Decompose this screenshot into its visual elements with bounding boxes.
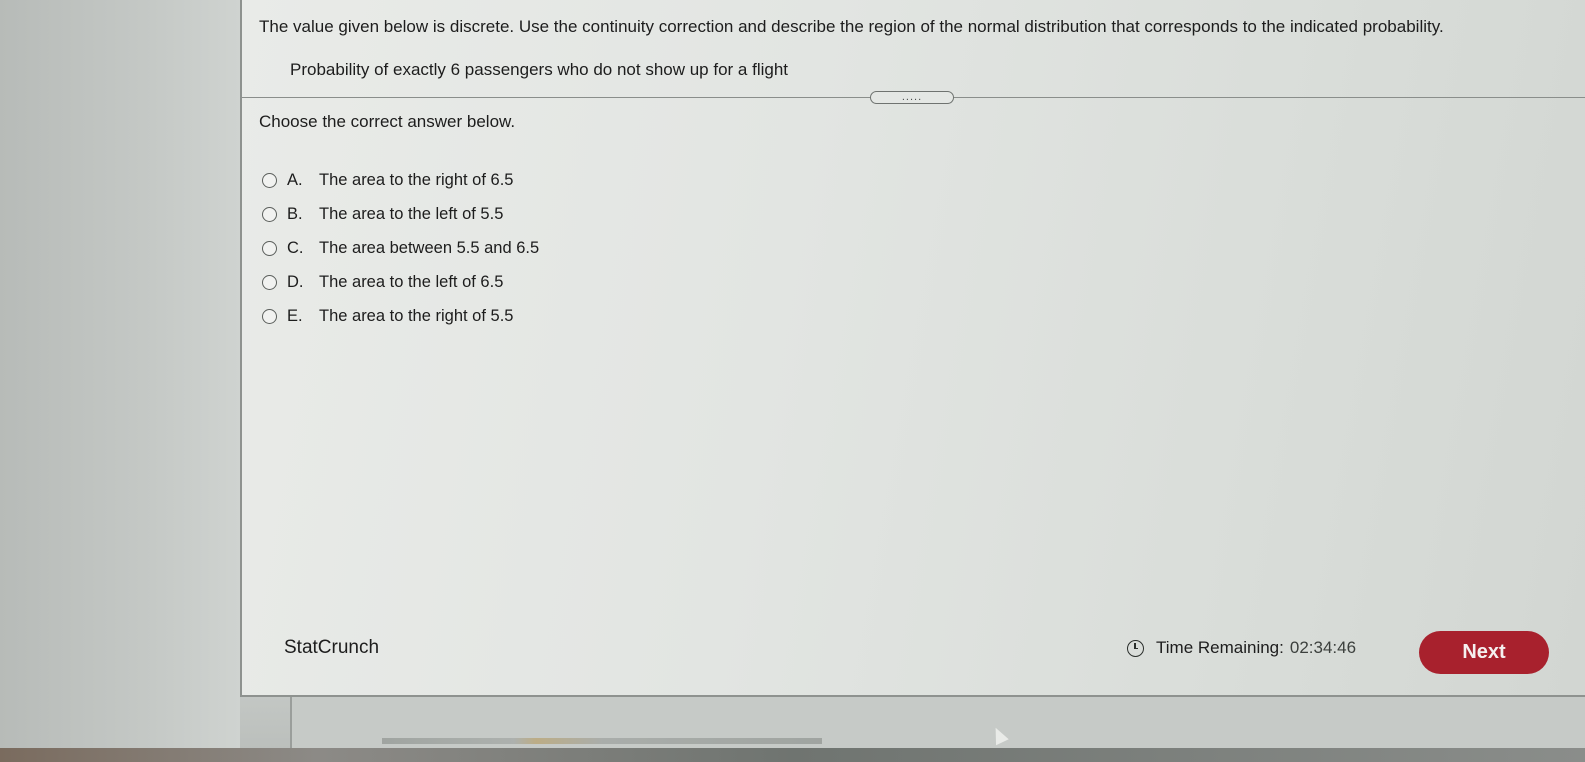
- option-letter: E.: [287, 306, 303, 325]
- background-left-area: [0, 0, 240, 762]
- option-e[interactable]: E. The area to the right of 5.5: [262, 299, 539, 333]
- choose-label: Choose the correct answer below.: [259, 112, 516, 131]
- time-remaining-label: Time Remaining:: [1156, 638, 1284, 657]
- option-text: The area to the left of 5.5: [319, 204, 504, 223]
- next-button[interactable]: Next: [1419, 631, 1549, 674]
- option-letter: D.: [287, 272, 304, 291]
- option-text: The area to the right of 5.5: [319, 306, 514, 325]
- clock-icon: [1127, 639, 1144, 657]
- radio-button-b[interactable]: [262, 206, 277, 222]
- option-letter: B.: [287, 204, 303, 223]
- option-b[interactable]: B. The area to the left of 5.5: [262, 197, 539, 231]
- radio-button-c[interactable]: [262, 240, 277, 256]
- option-text: The area to the right of 6.5: [319, 170, 514, 189]
- question-panel: The value given below is discrete. Use t…: [240, 0, 1585, 697]
- question-prompt: Probability of exactly 6 passengers who …: [290, 60, 789, 79]
- option-d[interactable]: D. The area to the left of 6.5: [262, 265, 539, 299]
- option-a[interactable]: A. The area to the right of 6.5: [262, 163, 539, 197]
- option-letter: A.: [287, 170, 303, 189]
- radio-button-a[interactable]: [262, 172, 277, 188]
- screen-bezel: [0, 748, 1585, 762]
- answer-options: A. The area to the right of 6.5 B. The a…: [262, 163, 539, 333]
- time-remaining: Time Remaining: 02:34:46: [1127, 638, 1356, 658]
- option-c[interactable]: C. The area between 5.5 and 6.5: [262, 231, 539, 265]
- mouse-cursor-icon: [989, 724, 1009, 746]
- option-letter: C.: [287, 238, 304, 257]
- option-text: The area between 5.5 and 6.5: [319, 238, 540, 257]
- statcrunch-link[interactable]: StatCrunch: [284, 637, 379, 659]
- radio-button-e[interactable]: [262, 308, 277, 324]
- question-instruction: The value given below is discrete. Use t…: [259, 17, 1444, 36]
- radio-button-d[interactable]: [262, 274, 277, 290]
- time-remaining-value: 02:34:46: [1289, 638, 1357, 657]
- option-text: The area to the left of 6.5: [319, 272, 504, 291]
- expand-handle[interactable]: .....: [870, 91, 954, 104]
- taskbar-strip: [382, 738, 822, 744]
